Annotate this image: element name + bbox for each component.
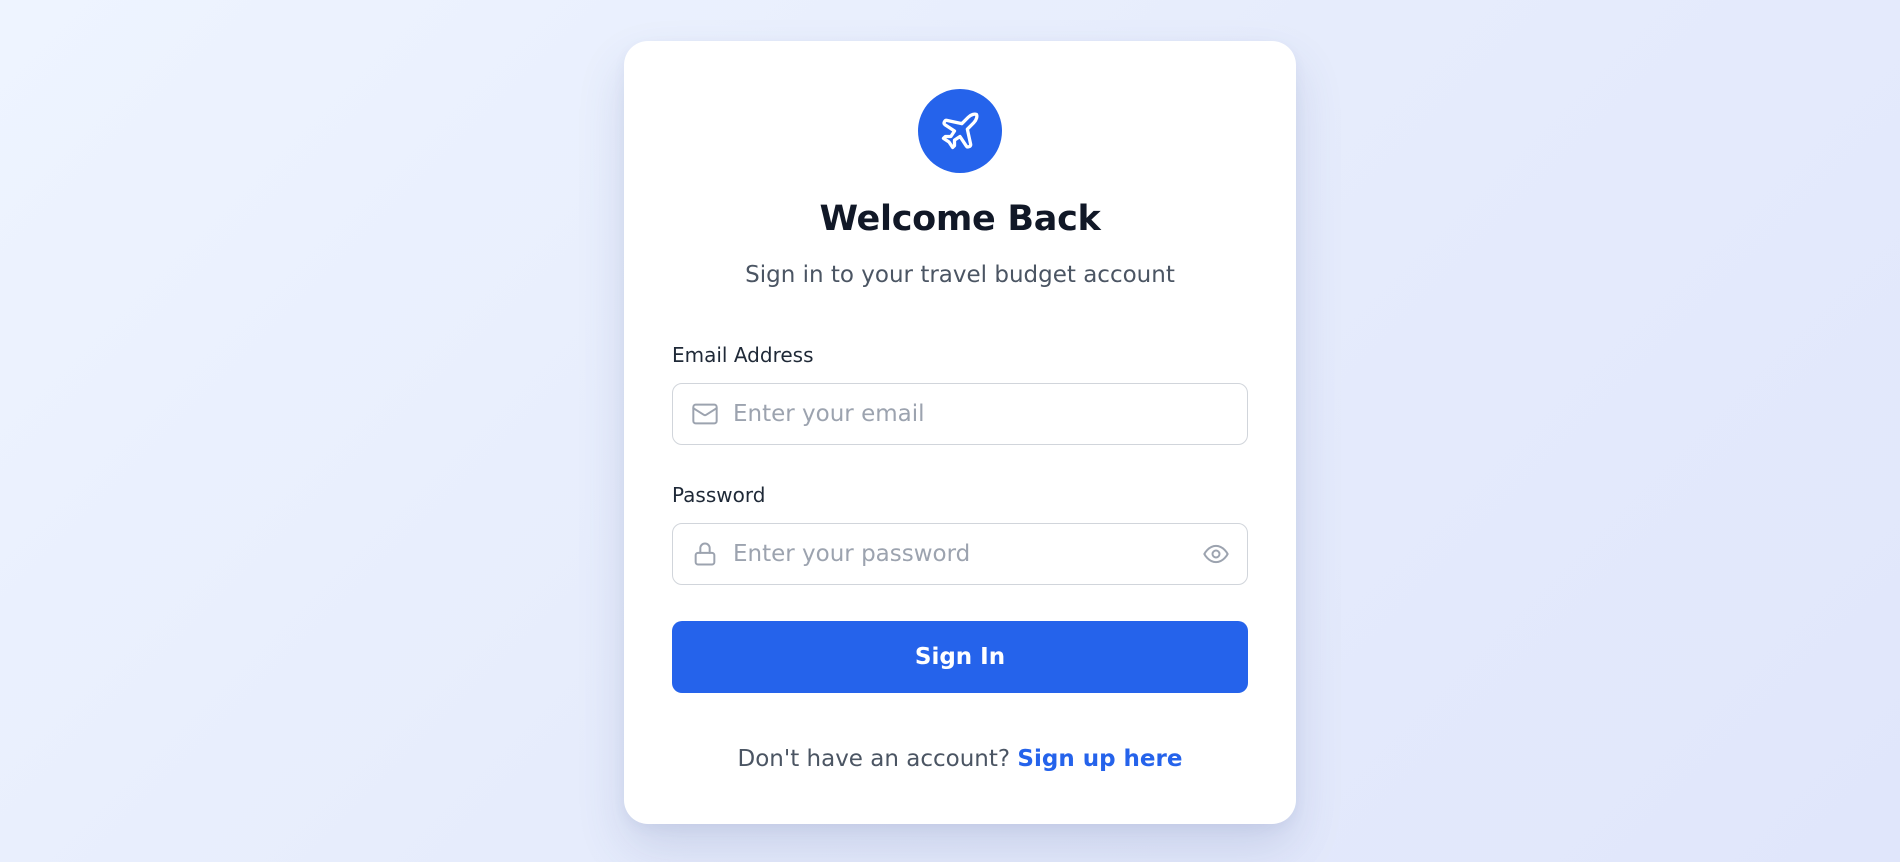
password-input[interactable] xyxy=(733,524,1173,584)
login-card: Welcome Back Sign in to your travel budg… xyxy=(624,41,1296,824)
email-input[interactable] xyxy=(733,384,1173,444)
sign-in-button[interactable]: Sign In xyxy=(672,621,1248,693)
page-title: Welcome Back xyxy=(819,199,1101,239)
password-field[interactable] xyxy=(672,523,1248,585)
password-label: Password xyxy=(672,483,766,507)
logo-badge xyxy=(918,89,1002,173)
signup-prompt: Don't have an account? Sign up here xyxy=(624,746,1296,772)
lock-icon xyxy=(694,542,716,566)
sign-up-link[interactable]: Sign up here xyxy=(1017,746,1182,772)
signup-prompt-text: Don't have an account? xyxy=(737,746,1018,772)
email-label: Email Address xyxy=(672,343,814,367)
airplane-icon xyxy=(941,112,979,150)
mail-icon xyxy=(692,403,718,425)
page-subtitle: Sign in to your travel budget account xyxy=(745,262,1175,288)
email-field[interactable] xyxy=(672,383,1248,445)
eye-icon[interactable] xyxy=(1201,540,1231,568)
